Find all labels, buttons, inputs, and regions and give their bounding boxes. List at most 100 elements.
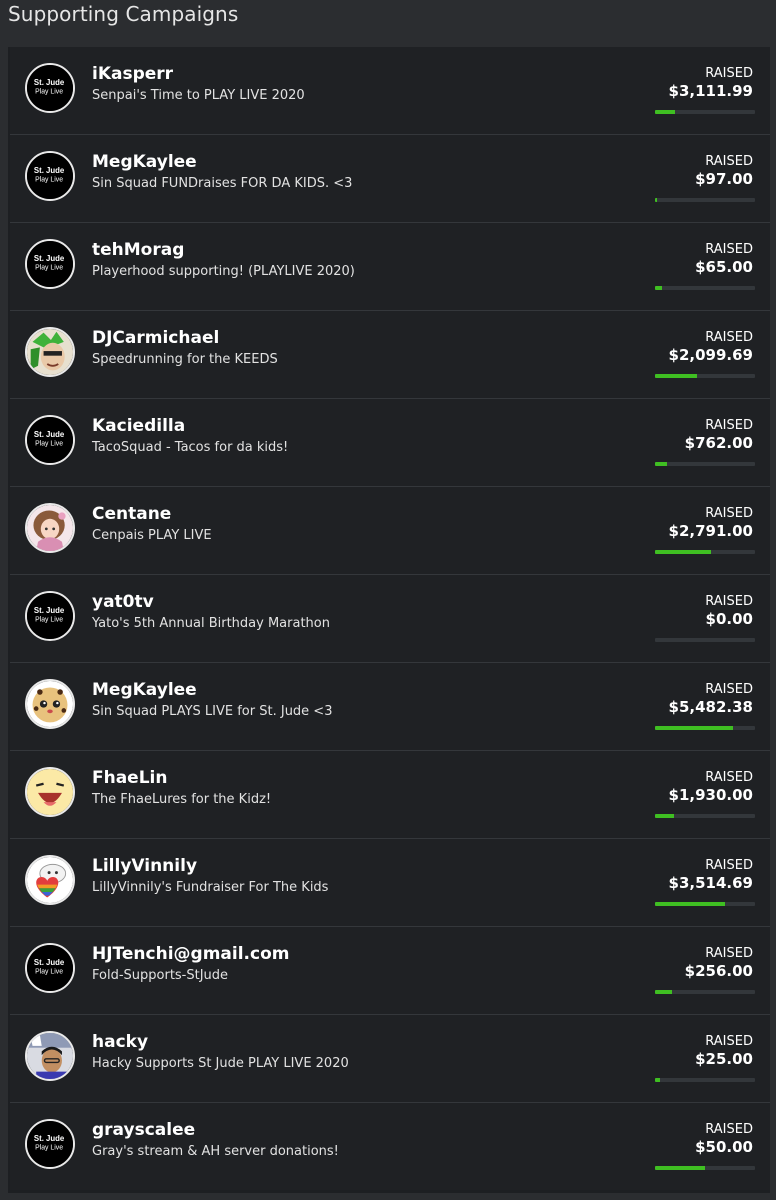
raised-label: RAISED <box>705 594 753 609</box>
progress-fill <box>655 374 697 378</box>
raised-amount: $3,111.99 <box>668 82 753 100</box>
raised-label: RAISED <box>705 242 753 257</box>
campaign-row[interactable]: St. Jude Play Live Kaciedilla TacoSquad - T… <box>10 399 770 487</box>
campaign-row[interactable]: St. Jude Play Live iKasperr Senpai's Time t… <box>10 47 770 135</box>
raised-amount: $1,930.00 <box>668 786 753 804</box>
campaign-title: Speedrunning for the KEEDS <box>92 352 278 367</box>
campaign-row[interactable]: St. Jude Play Live HJTenchi@gmail.com Fold-… <box>10 927 770 1015</box>
campaign-row[interactable]: St. Jude Play Live tehMorag Playerhood supp… <box>10 223 770 311</box>
campaign-name[interactable]: hacky <box>92 1032 148 1052</box>
stjude-logo: St. Jude Play Live <box>27 65 73 111</box>
campaign-title: Gray's stream & AH server donations! <box>92 1144 339 1159</box>
raised-amount: $256.00 <box>684 962 753 980</box>
campaign-name[interactable]: MegKaylee <box>92 680 197 700</box>
raised-label: RAISED <box>705 770 753 785</box>
progress-bar <box>655 1166 755 1170</box>
raised-amount: $0.00 <box>705 610 753 628</box>
avatar[interactable] <box>25 855 75 905</box>
raised-label: RAISED <box>705 1034 753 1049</box>
raised-amount: $25.00 <box>695 1050 753 1068</box>
stjude-logo-avatar[interactable]: St. Jude Play Live <box>25 239 75 289</box>
progress-fill <box>655 198 657 202</box>
progress-fill <box>655 726 733 730</box>
stjude-logo: St. Jude Play Live <box>27 945 73 991</box>
progress-fill <box>655 1166 705 1170</box>
campaign-title: Fold-Supports-StJude <box>92 968 229 983</box>
campaign-name[interactable]: MegKaylee <box>92 152 197 172</box>
stjude-logo-avatar[interactable]: St. Jude Play Live <box>25 943 75 993</box>
campaign-name[interactable]: iKasperr <box>92 64 173 84</box>
raised-label: RAISED <box>705 330 753 345</box>
campaign-row[interactable]: St. Jude Play Live MegKaylee Sin Squad FUND… <box>10 135 770 223</box>
raised-amount: $2,099.69 <box>668 346 753 364</box>
progress-fill <box>655 462 667 466</box>
progress-bar <box>655 1078 755 1082</box>
raised-label: RAISED <box>705 66 753 81</box>
raised-amount: $762.00 <box>684 434 753 452</box>
stjude-logo-avatar[interactable]: St. Jude Play Live <box>25 151 75 201</box>
campaign-list: St. Jude Play Live iKasperr Senpai's Time t… <box>10 47 770 1190</box>
campaign-name[interactable]: tehMorag <box>92 240 184 260</box>
raised-label: RAISED <box>705 506 753 521</box>
progress-bar <box>655 198 755 202</box>
stjude-logo-avatar[interactable]: St. Jude Play Live <box>25 415 75 465</box>
logo-line1: St. Jude <box>34 254 65 263</box>
logo-line1: St. Jude <box>34 606 65 615</box>
progress-bar <box>655 374 755 378</box>
progress-bar <box>655 286 755 290</box>
campaign-name[interactable]: Centane <box>92 504 171 524</box>
avatar[interactable] <box>25 679 75 729</box>
campaign-row[interactable]: DJCarmichael Speedrunning for the KEEDS RA… <box>10 311 770 399</box>
campaign-row[interactable]: Centane Cenpais PLAY LIVE RAISED $2,791.00 <box>10 487 770 575</box>
raised-amount: $2,791.00 <box>668 522 753 540</box>
campaign-name[interactable]: FhaeLin <box>92 768 167 788</box>
avatar[interactable] <box>25 1031 75 1081</box>
progress-bar <box>655 462 755 466</box>
campaign-name[interactable]: LillyVinnily <box>92 856 197 876</box>
section-title: Supporting Campaigns <box>8 2 239 26</box>
campaign-name[interactable]: grayscalee <box>92 1120 195 1140</box>
campaign-name[interactable]: yat0tv <box>92 592 154 612</box>
campaign-row[interactable]: St. Jude Play Live grayscalee Gray's stream… <box>10 1103 770 1190</box>
progress-bar <box>655 990 755 994</box>
progress-fill <box>655 902 725 906</box>
avatar[interactable] <box>25 503 75 553</box>
campaign-name[interactable]: HJTenchi@gmail.com <box>92 944 289 964</box>
campaign-row[interactable]: hacky Hacky Supports St Jude PLAY LIVE 20… <box>10 1015 770 1103</box>
campaign-row[interactable]: LillyVinnily LillyVinnily's Fundraiser Fo… <box>10 839 770 927</box>
stjude-logo-avatar[interactable]: St. Jude Play Live <box>25 63 75 113</box>
campaign-name[interactable]: Kaciedilla <box>92 416 185 436</box>
campaign-row[interactable]: FhaeLin The FhaeLures for the Kidz! RAISED… <box>10 751 770 839</box>
campaign-name[interactable]: DJCarmichael <box>92 328 219 348</box>
raised-label: RAISED <box>705 682 753 697</box>
campaign-title: Sin Squad PLAYS LIVE for St. Jude <3 <box>92 704 333 719</box>
raised-amount: $97.00 <box>695 170 753 188</box>
progress-fill <box>655 814 674 818</box>
stjude-logo-avatar[interactable]: St. Jude Play Live <box>25 1119 75 1169</box>
logo-line1: St. Jude <box>34 958 65 967</box>
stjude-logo: St. Jude Play Live <box>27 1121 73 1167</box>
campaign-title: Cenpais PLAY LIVE <box>92 528 212 543</box>
logo-line2: Play Live <box>35 89 63 96</box>
raised-label: RAISED <box>705 154 753 169</box>
campaigns-panel: St. Jude Play Live iKasperr Senpai's Time t… <box>8 47 770 1193</box>
campaign-title: Playerhood supporting! (PLAYLIVE 2020) <box>92 264 355 279</box>
progress-bar <box>655 638 755 642</box>
campaign-title: Hacky Supports St Jude PLAY LIVE 2020 <box>92 1056 349 1071</box>
logo-line1: St. Jude <box>34 78 65 87</box>
campaign-row[interactable]: St. Jude Play Live yat0tv Yato's 5th Annual… <box>10 575 770 663</box>
avatar[interactable] <box>25 767 75 817</box>
logo-line2: Play Live <box>35 969 63 976</box>
campaign-row[interactable]: MegKaylee Sin Squad PLAYS LIVE for St. Ju… <box>10 663 770 751</box>
stjude-logo: St. Jude Play Live <box>27 417 73 463</box>
stjude-logo-avatar[interactable]: St. Jude Play Live <box>25 591 75 641</box>
logo-line2: Play Live <box>35 441 63 448</box>
raised-label: RAISED <box>705 418 753 433</box>
logo-line2: Play Live <box>35 1145 63 1152</box>
campaign-title: The FhaeLures for the Kidz! <box>92 792 272 807</box>
logo-line1: St. Jude <box>34 1134 65 1143</box>
avatar[interactable] <box>25 327 75 377</box>
logo-line2: Play Live <box>35 177 63 184</box>
stjude-logo: St. Jude Play Live <box>27 241 73 287</box>
progress-fill <box>655 990 672 994</box>
